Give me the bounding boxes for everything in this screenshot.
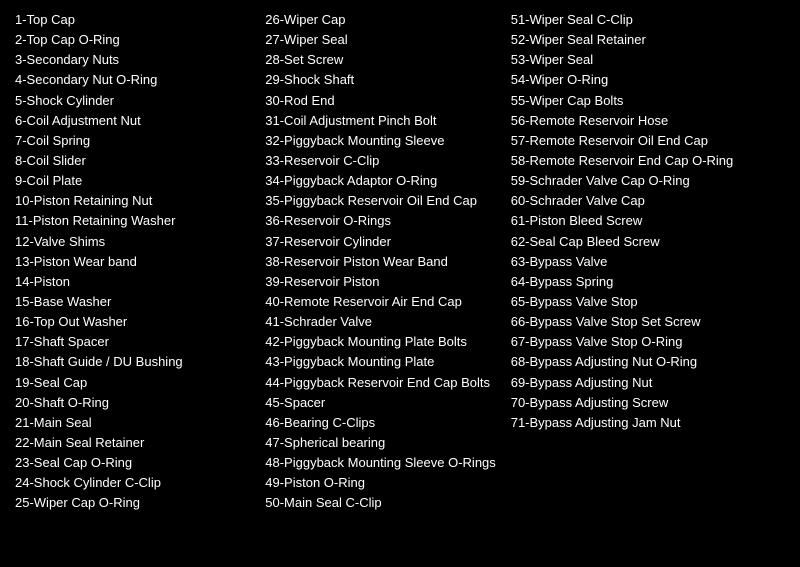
- list-item: 44-Piggyback Reservoir End Cap Bolts: [265, 373, 500, 393]
- list-item: 39-Reservoir Piston: [265, 272, 500, 292]
- list-item: 41-Schrader Valve: [265, 312, 500, 332]
- list-item: 19-Seal Cap: [15, 373, 255, 393]
- list-item: 62-Seal Cap Bleed Screw: [511, 232, 775, 252]
- list-item: 6-Coil Adjustment Nut: [15, 111, 255, 131]
- list-item: 46-Bearing C-Clips: [265, 413, 500, 433]
- list-item: 67-Bypass Valve Stop O-Ring: [511, 332, 775, 352]
- list-item: 17-Shaft Spacer: [15, 332, 255, 352]
- list-item: 61-Piston Bleed Screw: [511, 211, 775, 231]
- list-item: 20-Shaft O-Ring: [15, 393, 255, 413]
- list-item: 7-Coil Spring: [15, 131, 255, 151]
- list-item: 60-Schrader Valve Cap: [511, 191, 775, 211]
- column-3: 51-Wiper Seal C-Clip52-Wiper Seal Retain…: [511, 10, 785, 514]
- list-item: 12-Valve Shims: [15, 232, 255, 252]
- list-item: 36-Reservoir O-Rings: [265, 211, 500, 231]
- list-item: 16-Top Out Washer: [15, 312, 255, 332]
- list-item: 45-Spacer: [265, 393, 500, 413]
- list-item: 57-Remote Reservoir Oil End Cap: [511, 131, 775, 151]
- list-item: 28-Set Screw: [265, 50, 500, 70]
- list-item: 27-Wiper Seal: [265, 30, 500, 50]
- list-item: 11-Piston Retaining Washer: [15, 211, 255, 231]
- list-item: 26-Wiper Cap: [265, 10, 500, 30]
- list-item: 14-Piston: [15, 272, 255, 292]
- list-item: 49-Piston O-Ring: [265, 473, 500, 493]
- list-item: 59-Schrader Valve Cap O-Ring: [511, 171, 775, 191]
- list-item: 58-Remote Reservoir End Cap O-Ring: [511, 151, 775, 171]
- list-item: 30-Rod End: [265, 91, 500, 111]
- list-item: 66-Bypass Valve Stop Set Screw: [511, 312, 775, 332]
- list-item: 37-Reservoir Cylinder: [265, 232, 500, 252]
- list-item: 23-Seal Cap O-Ring: [15, 453, 255, 473]
- list-item: 55-Wiper Cap Bolts: [511, 91, 775, 111]
- list-item: 53-Wiper Seal: [511, 50, 775, 70]
- list-item: 40-Remote Reservoir Air End Cap: [265, 292, 500, 312]
- list-item: 56-Remote Reservoir Hose: [511, 111, 775, 131]
- list-item: 3-Secondary Nuts: [15, 50, 255, 70]
- parts-list-container: 1-Top Cap2-Top Cap O-Ring3-Secondary Nut…: [15, 10, 785, 514]
- list-item: 50-Main Seal C-Clip: [265, 493, 500, 513]
- list-item: 29-Shock Shaft: [265, 70, 500, 90]
- list-item: 47-Spherical bearing: [265, 433, 500, 453]
- column-2: 26-Wiper Cap27-Wiper Seal28-Set Screw29-…: [265, 10, 510, 514]
- column-1: 1-Top Cap2-Top Cap O-Ring3-Secondary Nut…: [15, 10, 265, 514]
- list-item: 18-Shaft Guide / DU Bushing: [15, 352, 255, 372]
- list-item: 43-Piggyback Mounting Plate: [265, 352, 500, 372]
- list-item: 52-Wiper Seal Retainer: [511, 30, 775, 50]
- list-item: 48-Piggyback Mounting Sleeve O-Rings: [265, 453, 500, 473]
- list-item: 51-Wiper Seal C-Clip: [511, 10, 775, 30]
- list-item: 21-Main Seal: [15, 413, 255, 433]
- list-item: 22-Main Seal Retainer: [15, 433, 255, 453]
- list-item: 5-Shock Cylinder: [15, 91, 255, 111]
- list-item: 33-Reservoir C-Clip: [265, 151, 500, 171]
- list-item: 9-Coil Plate: [15, 171, 255, 191]
- list-item: 68-Bypass Adjusting Nut O-Ring: [511, 352, 775, 372]
- list-item: 24-Shock Cylinder C-Clip: [15, 473, 255, 493]
- list-item: 8-Coil Slider: [15, 151, 255, 171]
- list-item: 63-Bypass Valve: [511, 252, 775, 272]
- list-item: 31-Coil Adjustment Pinch Bolt: [265, 111, 500, 131]
- list-item: 34-Piggyback Adaptor O-Ring: [265, 171, 500, 191]
- list-item: 13-Piston Wear band: [15, 252, 255, 272]
- list-item: 64-Bypass Spring: [511, 272, 775, 292]
- list-item: 42-Piggyback Mounting Plate Bolts: [265, 332, 500, 352]
- list-item: 25-Wiper Cap O-Ring: [15, 493, 255, 513]
- list-item: 2-Top Cap O-Ring: [15, 30, 255, 50]
- list-item: 32-Piggyback Mounting Sleeve: [265, 131, 500, 151]
- list-item: 54-Wiper O-Ring: [511, 70, 775, 90]
- list-item: 1-Top Cap: [15, 10, 255, 30]
- list-item: 38-Reservoir Piston Wear Band: [265, 252, 500, 272]
- list-item: 65-Bypass Valve Stop: [511, 292, 775, 312]
- list-item: 69-Bypass Adjusting Nut: [511, 373, 775, 393]
- list-item: 35-Piggyback Reservoir Oil End Cap: [265, 191, 500, 211]
- list-item: 4-Secondary Nut O-Ring: [15, 70, 255, 90]
- list-item: 71-Bypass Adjusting Jam Nut: [511, 413, 775, 433]
- list-item: 70-Bypass Adjusting Screw: [511, 393, 775, 413]
- list-item: 10-Piston Retaining Nut: [15, 191, 255, 211]
- list-item: 15-Base Washer: [15, 292, 255, 312]
